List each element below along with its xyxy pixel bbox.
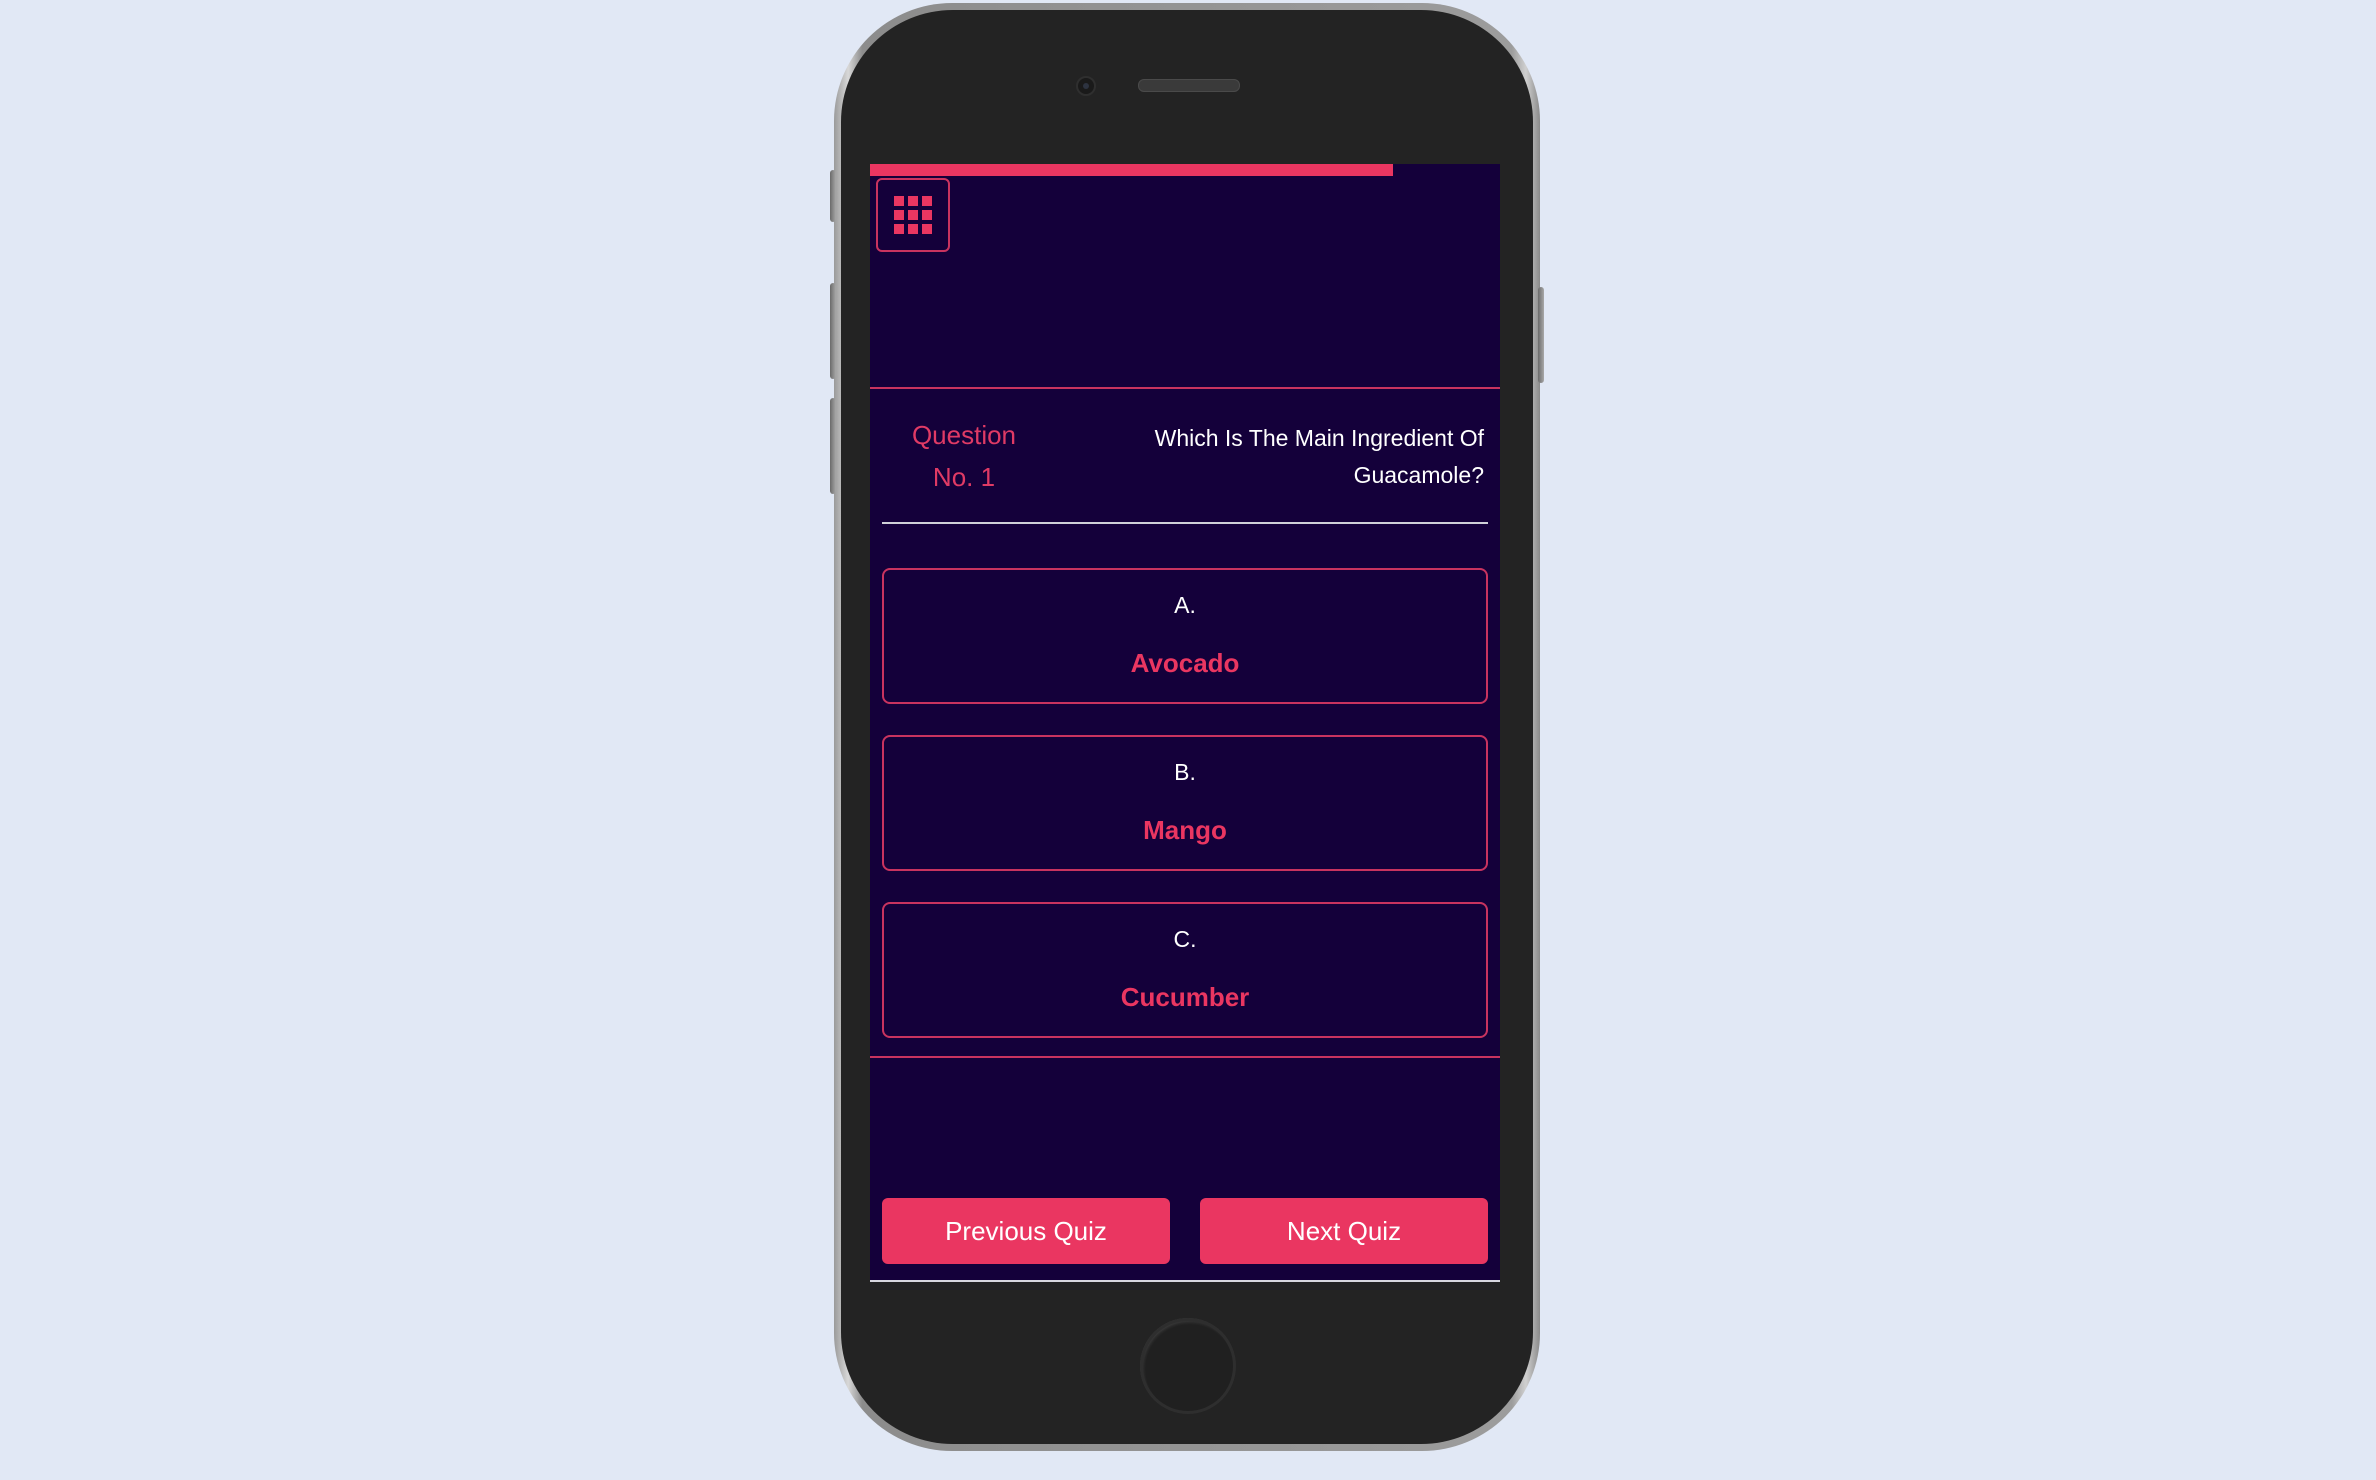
- option-text: Cucumber: [1120, 982, 1250, 1012]
- menu-grid-button[interactable]: [876, 178, 950, 252]
- grid-icon: [894, 196, 932, 234]
- question-number-value: No. 1: [932, 462, 996, 492]
- question-text: Which Is The Main Ingredient Of Guacamol…: [1154, 425, 1484, 488]
- divider-bottom: [870, 1056, 1500, 1058]
- previous-quiz-button[interactable]: Previous Quiz: [882, 1198, 1170, 1264]
- volume-up-button: [830, 283, 836, 379]
- power-button: [1538, 287, 1544, 383]
- option-letter: B.: [1174, 759, 1196, 785]
- speaker-grille: [1138, 79, 1240, 92]
- question-number: Question No. 1: [888, 414, 1040, 498]
- volume-down-button: [830, 398, 836, 494]
- front-camera-icon: [1076, 76, 1096, 96]
- question-divider: [882, 522, 1488, 524]
- progress-bar: [870, 164, 1393, 176]
- option-b[interactable]: B. Mango: [882, 735, 1488, 871]
- option-text: Avocado: [1130, 648, 1240, 678]
- question-label: Question: [911, 420, 1017, 450]
- option-letter: A.: [1174, 592, 1196, 618]
- divider-top: [870, 387, 1500, 389]
- mute-switch: [830, 170, 836, 222]
- screen-bottom-edge: [870, 1280, 1500, 1282]
- option-c[interactable]: C. Cucumber: [882, 902, 1488, 1038]
- home-button[interactable]: [1140, 1318, 1236, 1414]
- option-a[interactable]: A. Avocado: [882, 568, 1488, 704]
- next-quiz-button[interactable]: Next Quiz: [1200, 1198, 1488, 1264]
- option-text: Mango: [1143, 815, 1227, 845]
- quiz-screen: Question No. 1 Which Is The Main Ingredi…: [870, 164, 1500, 1282]
- option-letter: C.: [1173, 926, 1197, 952]
